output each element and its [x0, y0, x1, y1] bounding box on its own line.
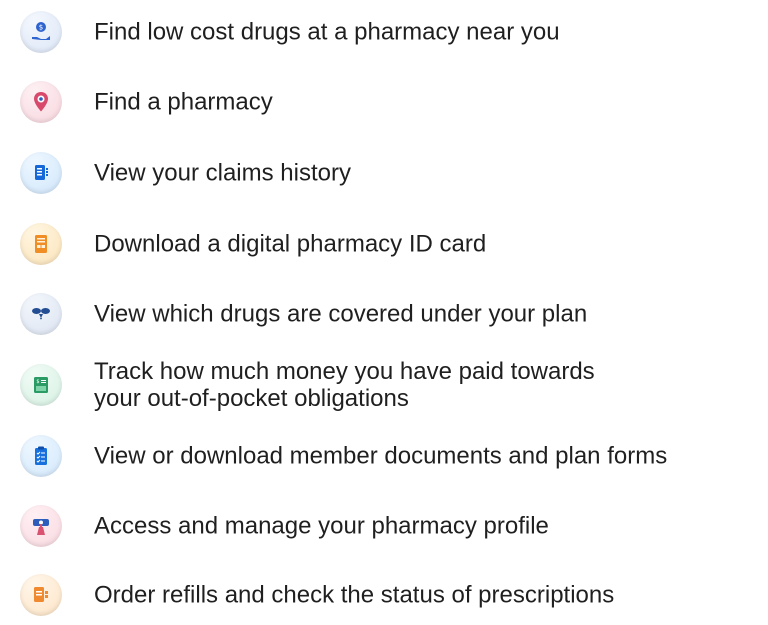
feature-find-low-cost-drugs[interactable]: $ Find low cost drugs at a pharmacy near…	[0, 2, 768, 62]
feature-label: Find a pharmacy	[94, 88, 273, 116]
feature-label: Track how much money you have paid towar…	[94, 358, 595, 412]
svg-text:$: $	[36, 379, 39, 385]
feature-claims-history[interactable]: View your claims history	[0, 143, 768, 203]
feature-track-money-paid[interactable]: $ Track how much money you have paid tow…	[0, 355, 768, 415]
feature-member-documents[interactable]: View or download member documents and pl…	[0, 426, 768, 486]
feature-label: View which drugs are covered under your …	[94, 300, 588, 328]
money-ledger-icon: $	[20, 364, 62, 406]
touch-profile-icon	[20, 505, 62, 547]
feature-label: View or download member documents and pl…	[94, 442, 668, 470]
feature-label: Download a digital pharmacy ID card	[94, 230, 487, 258]
feature-label: Find low cost drugs at a pharmacy near y…	[94, 18, 560, 46]
feature-find-pharmacy[interactable]: Find a pharmacy	[0, 72, 768, 132]
id-card-icon	[20, 223, 62, 265]
feature-list: $ Find low cost drugs at a pharmacy near…	[0, 0, 768, 616]
feature-download-id-card[interactable]: Download a digital pharmacy ID card	[0, 214, 768, 274]
svg-text:$: $	[39, 24, 43, 32]
feature-label: Access and manage your pharmacy profile	[94, 512, 549, 540]
location-pin-icon	[20, 81, 62, 123]
pills-icon	[20, 293, 62, 335]
document-list-icon	[20, 152, 62, 194]
feature-label: Order refills and check the status of pr…	[94, 581, 615, 609]
feature-drugs-covered[interactable]: View which drugs are covered under your …	[0, 284, 768, 344]
feature-order-refills[interactable]: Order refills and check the status of pr…	[0, 565, 768, 625]
clipboard-check-icon	[20, 435, 62, 477]
feature-label: View your claims history	[94, 159, 351, 187]
hand-dollar-icon: $	[20, 11, 62, 53]
feature-pharmacy-profile[interactable]: Access and manage your pharmacy profile	[0, 496, 768, 556]
